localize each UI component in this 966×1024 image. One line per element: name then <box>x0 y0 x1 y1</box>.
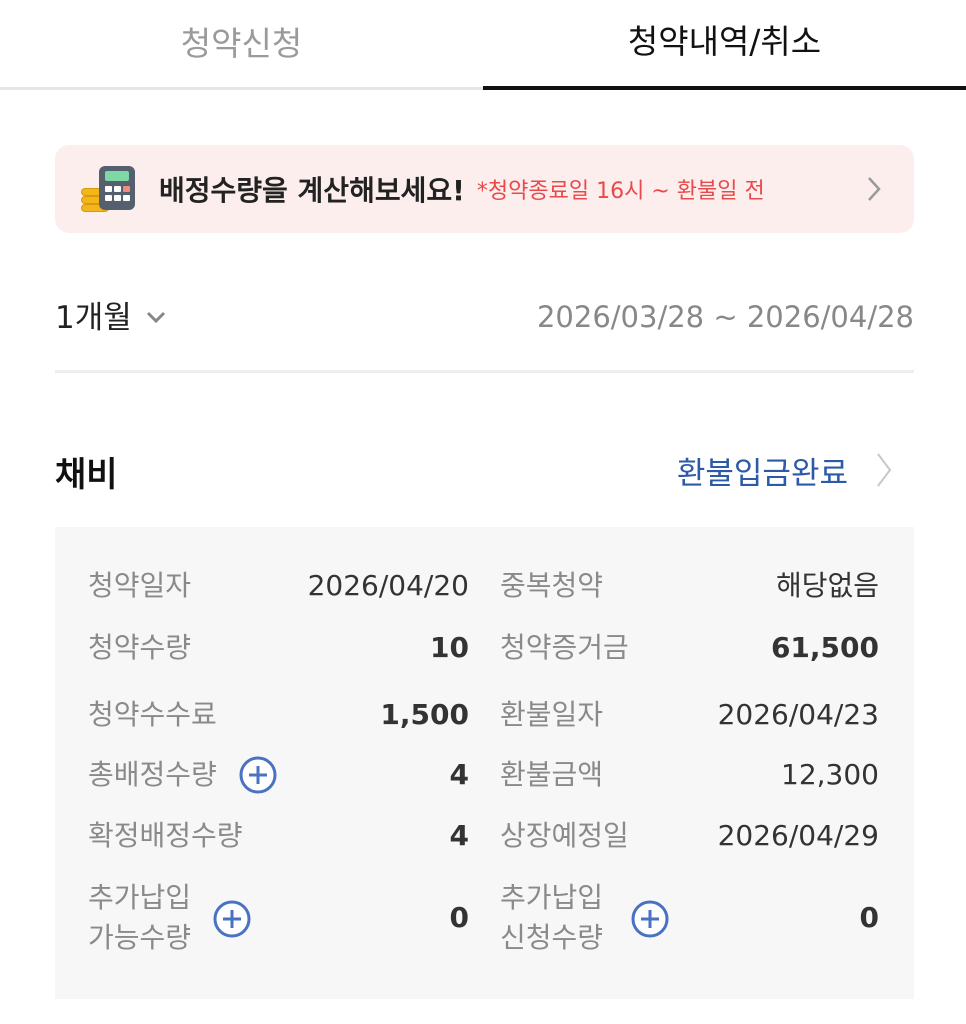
subscription-date-label: 청약일자 <box>88 569 192 602</box>
tab-subscribe[interactable]: 청약신청 <box>0 0 483 90</box>
banner-note: *청약종료일 16시 ~ 환불일 전 <box>476 179 765 204</box>
extra-payment-available-label-line1: 추가납입 <box>88 881 192 914</box>
duplicate-subscription-label: 중복청약 <box>500 569 604 602</box>
banner-title: 배정수량을 계산해보세요! <box>159 174 465 207</box>
refund-amount-value: 12,300 <box>781 758 879 791</box>
plus-circle-icon[interactable] <box>630 899 670 939</box>
chevron-down-icon <box>146 311 165 323</box>
allocation-calculator-banner[interactable]: 배정수량을 계산해보세요! *청약종료일 16시 ~ 환불일 전 <box>55 145 914 233</box>
subscription-quantity-label: 청약수량 <box>88 631 192 664</box>
refund-amount-label: 환불금액 <box>500 758 604 791</box>
refund-date-label: 환불일자 <box>500 698 604 731</box>
duplicate-subscription-value: 해당없음 <box>775 569 879 602</box>
extra-payment-available-value: 0 <box>449 901 469 934</box>
refund-status-link[interactable]: 환불입금완료 <box>677 448 848 493</box>
subscription-date-value: 2026/04/20 <box>307 569 469 602</box>
plus-circle-icon[interactable] <box>212 899 252 939</box>
subscription-deposit-label: 청약증거금 <box>500 631 629 664</box>
tab-bar: 청약신청 청약내역/취소 <box>0 0 966 90</box>
subscription-deposit-value: 61,500 <box>770 631 879 664</box>
subscription-quantity-value: 10 <box>430 631 469 664</box>
chevron-right-icon[interactable] <box>874 450 894 490</box>
divider <box>55 370 914 373</box>
date-range: 2026/03/28 ~ 2026/04/28 <box>536 300 914 334</box>
period-selector[interactable]: 1개월 <box>55 292 168 337</box>
extra-payment-request-label-line1: 추가납입 <box>500 881 604 914</box>
total-allocation-value: 4 <box>449 758 469 791</box>
subscription-fee-label: 청약수수료 <box>88 698 217 731</box>
plus-circle-icon[interactable] <box>238 755 278 795</box>
listing-date-label: 상장예정일 <box>500 819 629 852</box>
confirmed-allocation-label: 확정배정수량 <box>88 819 243 852</box>
extra-payment-available-label-line2: 가능수량 <box>88 921 192 954</box>
confirmed-allocation-value: 4 <box>449 819 469 852</box>
calculator-coins-icon <box>81 164 141 214</box>
refund-date-value: 2026/04/23 <box>717 698 879 731</box>
period-label: 1개월 <box>55 300 132 336</box>
total-allocation-label: 총배정수량 <box>88 758 217 791</box>
tab-history-cancel[interactable]: 청약내역/취소 <box>483 0 966 90</box>
listing-date-value: 2026/04/29 <box>717 819 879 852</box>
chevron-right-icon <box>868 177 881 201</box>
extra-payment-request-value: 0 <box>859 901 879 934</box>
stock-name: 채비 <box>55 455 118 495</box>
extra-payment-request-label-line2: 신청수량 <box>500 921 604 954</box>
subscription-detail-panel: 청약일자 2026/04/20 중복청약 해당없음 청약수량 10 청약증거금 … <box>55 527 914 999</box>
subscription-fee-value: 1,500 <box>380 698 469 731</box>
